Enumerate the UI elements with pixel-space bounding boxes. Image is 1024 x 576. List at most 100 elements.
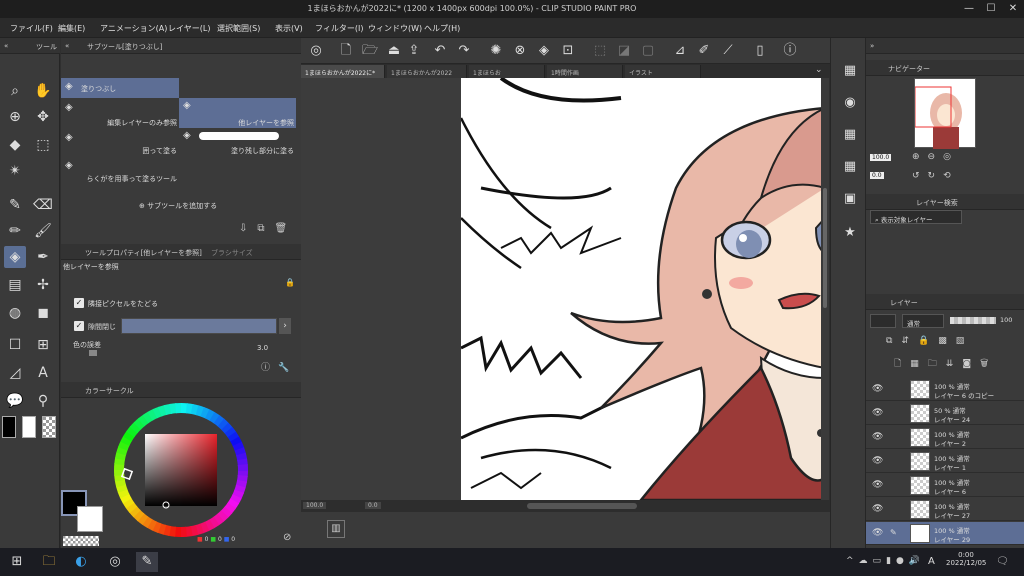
horizontal-scrollbar[interactable] [527,503,637,509]
opacity-slider[interactable] [950,317,996,324]
menu-filter[interactable]: フィルター(I) [315,23,363,34]
checkbox-gap-close[interactable]: ✓ [74,321,84,331]
layer-row[interactable]: 👁 100 % 通常 レイヤー 27 [866,498,1024,521]
file-explorer-icon[interactable]: 🗀 [38,552,60,572]
table-icon[interactable]: ▦ [839,156,861,178]
tool-property-tab[interactable]: ツールプロパティ[他レイヤーを参照] [85,248,202,258]
clip-studio-icon[interactable]: ◎ [307,42,325,60]
subtool-other-layer-ref[interactable]: ◈ 他レイヤーを参照 [179,98,296,128]
collapse-icon[interactable]: « [4,42,8,50]
eye-icon[interactable]: 👁 [872,504,883,514]
folder-icon[interactable]: 🗀 [928,359,946,369]
invert-select-icon[interactable]: ◪ [615,42,633,60]
color-mode-icon[interactable]: ⊘ [283,532,291,543]
subtool-enclose[interactable]: ◈ 囲って塗る [61,130,179,158]
clear-icon[interactable]: ⊗ [511,42,529,60]
selection-icon[interactable]: ⬚ [32,134,54,156]
vector-icon[interactable]: ◿ [4,362,26,384]
cloud-icon[interactable]: ☁ [859,556,873,566]
lock-icon[interactable]: 🔒 [918,336,938,346]
main-color-swatch[interactable] [2,416,16,438]
panel-toggle-icon[interactable]: ▥ [327,520,345,538]
battery-icon[interactable]: ▮ [886,556,896,566]
rotate-left-icon[interactable]: ↺ [912,171,928,181]
layer-color-select[interactable] [870,314,896,328]
collapse-icon[interactable]: » [870,42,874,50]
layer-row[interactable]: 👁 100 % 通常 レイヤー 1 [866,450,1024,473]
sub-color[interactable] [77,506,103,532]
hand-tool-icon[interactable]: ✋ [32,80,54,102]
undo-icon[interactable]: ↶ [431,42,449,60]
copy-icon[interactable]: ⧉ [257,223,274,234]
ime-indicator[interactable]: A [928,556,935,567]
transfer-icon[interactable]: ⇊ [946,359,963,369]
navigator-preview[interactable] [914,78,976,149]
ruler-snap-icon[interactable]: ⊿ [671,42,689,60]
deselect-icon[interactable]: ⬚ [591,42,609,60]
windows-start-icon[interactable]: ⊞ [6,552,28,572]
navigator-zoom[interactable]: 100.0 [870,154,892,161]
text-icon[interactable]: A [32,362,54,384]
star-icon[interactable]: ★ [839,222,861,244]
mask-icon[interactable]: ▧ [956,336,974,346]
gap-level-selector[interactable] [121,318,277,334]
move-layer-icon[interactable]: ✥ [32,106,54,128]
layer-row[interactable]: 👁 50 % 通常 レイヤー 24 [866,402,1024,425]
layer-row[interactable]: 👁 100 % 通常 レイヤー 6 のコピー [866,378,1024,401]
tab-document-2[interactable]: 1まほらおかんが2022 [387,65,467,78]
blend-mode-select[interactable]: 通常 [902,314,944,328]
eye-icon[interactable]: 👁 [872,384,883,394]
open-file-icon[interactable]: 🗁 [361,42,379,60]
menu-selection[interactable]: 選択範囲(S) [217,23,260,34]
canvas[interactable] [461,78,825,500]
eraser-select-icon[interactable]: ◆ [4,134,26,156]
tab-document-4[interactable]: 1時間作画 [547,65,623,78]
pencil-icon[interactable]: ✏ [4,220,26,242]
new-file-icon[interactable]: 🗋 [337,42,355,60]
export-icon[interactable]: ⇪ [405,42,423,60]
chevron-right-icon[interactable]: › [279,318,291,334]
clip-studio-app-icon[interactable]: ◎ [104,552,126,572]
menu-file[interactable]: ファイル(F) [10,23,53,34]
navigator-tab[interactable]: ナビゲーター [888,64,930,74]
tab-document-5[interactable]: イラスト [625,65,701,78]
subtool-fill[interactable]: ◈ 塗りつぶし [61,78,179,98]
frame-icon[interactable]: ☐ [4,334,26,356]
trash-icon[interactable]: 🗑 [275,223,298,234]
balloon-icon[interactable]: 💬 [4,390,26,412]
zoom-out-icon[interactable]: ⊖ [928,152,944,162]
layer-filter-select[interactable]: ⌕ 表示対象レイヤー [870,210,962,224]
ref-icon[interactable]: ⇵ [901,336,918,346]
airbrush-icon[interactable]: ✢ [32,274,54,296]
tab-document-3[interactable]: 1まほらお [469,65,545,78]
fill-icon[interactable]: ◈ [535,42,553,60]
chevron-up-icon[interactable]: ^ [846,556,859,566]
gradient-icon[interactable]: ▤ [4,274,26,296]
mask-add-icon[interactable]: ◙ [962,359,980,369]
volume-icon[interactable]: 🔊 [909,556,925,566]
zoom-readout[interactable]: 100.0 [303,502,327,509]
menu-animation[interactable]: アニメーション(A) [100,23,167,34]
reset-rotate-icon[interactable]: ⟲ [943,171,959,181]
angle-readout[interactable]: 0.0 [365,502,381,509]
fit-icon[interactable]: ◎ [943,152,959,162]
layer-row[interactable]: 👁 100 % 通常 レイヤー 6 [866,474,1024,497]
edge-browser-icon[interactable]: ◐ [70,552,92,572]
eye-icon[interactable]: 👁 [872,528,883,538]
redo-icon[interactable]: ↷ [455,42,473,60]
close-button[interactable]: ✕ [1002,1,1024,17]
clock[interactable]: 0:00 2022/12/05 [946,551,986,567]
layer-row[interactable]: 👁 100 % 通常 レイヤー 2 [866,426,1024,449]
ruler-circle-icon[interactable]: ◉ [839,92,861,114]
fill-tool-icon[interactable]: ◈ [4,246,26,268]
lock-icon[interactable]: 🔒 [285,278,295,287]
checkbox-adjacent[interactable]: ✓ [74,298,84,308]
zoom-in-icon[interactable]: ⊕ [912,152,928,162]
maximize-button[interactable]: ☐ [980,1,1002,17]
layer-row-selected[interactable]: 👁 ✎ 100 % 通常 レイヤー 29 [866,522,1024,545]
correct-line-icon[interactable]: ⚲ [32,390,54,412]
import-icon[interactable]: ⇩ [239,223,257,234]
rotate-right-icon[interactable]: ↻ [928,171,944,181]
pen-icon[interactable]: ✎ [4,194,26,216]
select-boundary-icon[interactable]: ▢ [639,42,657,60]
